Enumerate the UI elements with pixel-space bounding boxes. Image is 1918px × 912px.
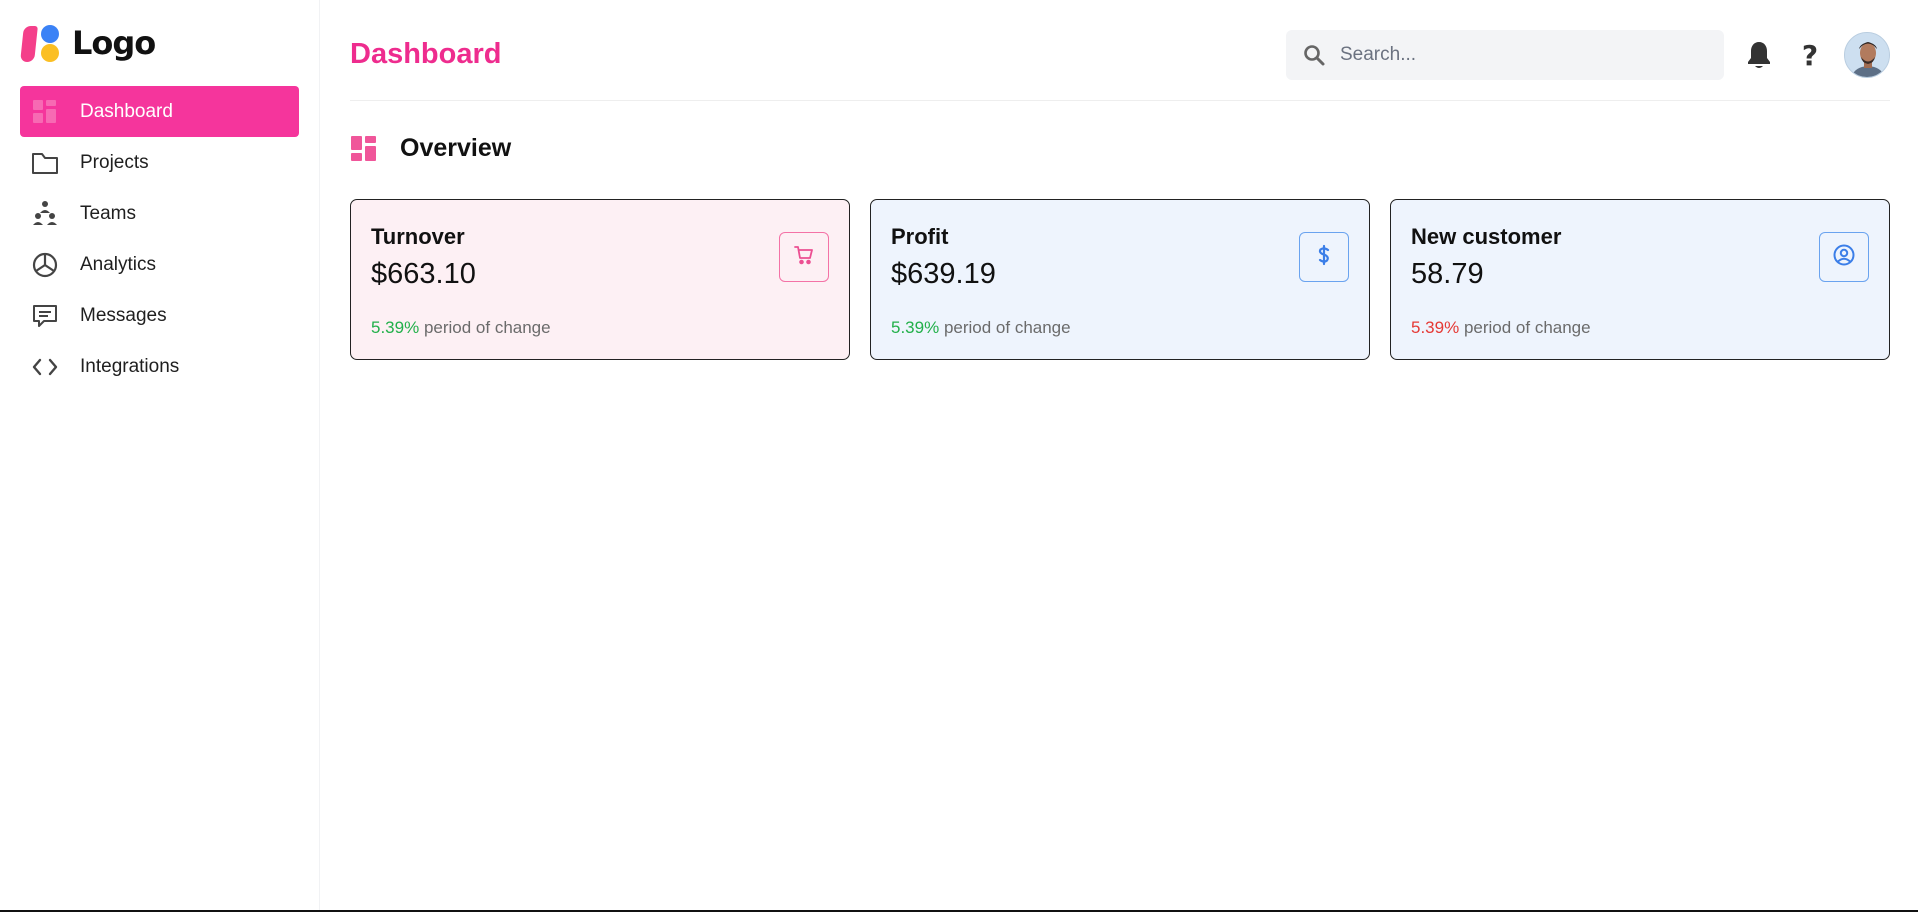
card-change: 5.39% period of change bbox=[371, 318, 551, 338]
overview-icon bbox=[350, 135, 378, 163]
cart-button[interactable] bbox=[779, 232, 829, 282]
stat-card-profit: Profit $639.19 5.39% period of change bbox=[870, 199, 1370, 360]
sidebar: Logo Dashboard Projects Teams Analytics … bbox=[0, 0, 320, 910]
card-title: Turnover bbox=[371, 224, 465, 249]
sidebar-item-analytics[interactable]: Analytics bbox=[20, 239, 299, 290]
page-title: Dashboard bbox=[350, 38, 502, 70]
change-percent: 5.39% bbox=[371, 318, 420, 337]
card-value: $639.19 bbox=[891, 258, 996, 290]
stat-card-new-customer: New customer 58.79 5.39% period of chang… bbox=[1390, 199, 1890, 360]
sidebar-item-projects[interactable]: Projects bbox=[20, 137, 299, 188]
help-icon[interactable]: ? bbox=[1793, 38, 1827, 72]
dollar-icon bbox=[1313, 244, 1335, 271]
overview-title: Overview bbox=[400, 134, 512, 162]
pie-chart-icon bbox=[30, 250, 60, 280]
sidebar-item-dashboard[interactable]: Dashboard bbox=[20, 86, 299, 137]
search-input[interactable] bbox=[1340, 44, 1700, 66]
message-icon bbox=[30, 301, 60, 331]
sidebar-item-teams[interactable]: Teams bbox=[20, 188, 299, 239]
sidebar-item-integrations[interactable]: Integrations bbox=[20, 341, 299, 392]
sidebar-item-messages[interactable]: Messages bbox=[20, 290, 299, 341]
change-label: period of change bbox=[943, 318, 1071, 337]
sidebar-item-label: Integrations bbox=[80, 355, 180, 377]
stat-cards: Turnover $663.10 5.39% period of change … bbox=[350, 199, 1890, 360]
sidebar-item-label: Analytics bbox=[80, 253, 157, 275]
sidebar-nav: Dashboard Projects Teams Analytics Messa… bbox=[20, 86, 299, 392]
change-percent: 5.39% bbox=[891, 318, 940, 337]
dollar-button[interactable] bbox=[1299, 232, 1349, 282]
sidebar-item-label: Messages bbox=[80, 304, 167, 326]
avatar[interactable] bbox=[1844, 32, 1890, 78]
user-button[interactable] bbox=[1819, 232, 1869, 282]
sidebar-item-label: Teams bbox=[80, 202, 136, 224]
card-change: 5.39% period of change bbox=[1411, 318, 1591, 338]
header-divider bbox=[350, 100, 1890, 101]
change-label: period of change bbox=[423, 318, 551, 337]
dashboard-grid-icon bbox=[30, 97, 60, 127]
logo-text: Logo bbox=[72, 24, 156, 62]
sidebar-item-label: Dashboard bbox=[80, 100, 173, 122]
card-change: 5.39% period of change bbox=[891, 318, 1071, 338]
app-root: Logo Dashboard Projects Teams Analytics … bbox=[0, 0, 1918, 912]
search-bar[interactable] bbox=[1286, 30, 1724, 80]
stat-card-turnover: Turnover $663.10 5.39% period of change bbox=[350, 199, 850, 360]
sidebar-item-label: Projects bbox=[80, 151, 149, 173]
logo-mark-icon bbox=[20, 22, 62, 64]
overview-header: Overview bbox=[350, 134, 511, 163]
card-title: Profit bbox=[891, 224, 949, 249]
user-circle-icon bbox=[1832, 243, 1856, 272]
card-title: New customer bbox=[1411, 224, 1562, 249]
folder-icon bbox=[30, 148, 60, 178]
logo[interactable]: Logo bbox=[20, 22, 156, 64]
card-value: 58.79 bbox=[1411, 258, 1484, 290]
team-icon bbox=[30, 199, 60, 229]
card-value: $663.10 bbox=[371, 258, 476, 290]
bell-icon[interactable] bbox=[1742, 38, 1776, 72]
change-label: period of change bbox=[1463, 318, 1591, 337]
cart-icon bbox=[793, 244, 815, 271]
change-percent: 5.39% bbox=[1411, 318, 1460, 337]
search-icon bbox=[1302, 43, 1326, 67]
code-icon bbox=[30, 352, 60, 382]
